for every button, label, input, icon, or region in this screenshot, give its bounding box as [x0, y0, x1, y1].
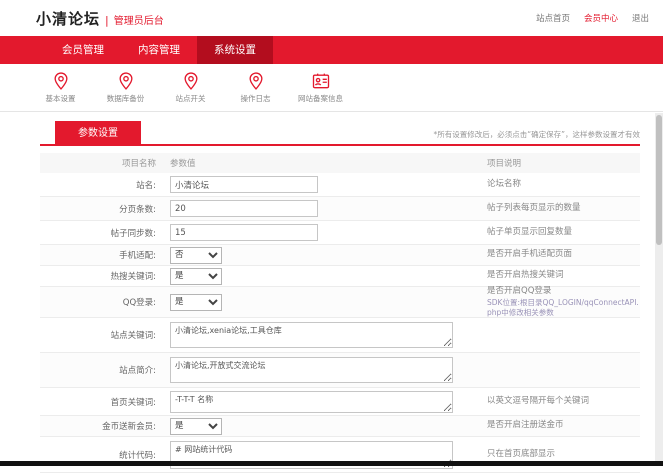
map-pin-icon — [53, 72, 68, 90]
toolbar-item-site-switch[interactable]: 站点开关 — [158, 71, 223, 104]
map-pin-icon — [248, 72, 263, 90]
vertical-scrollbar[interactable] — [655, 113, 663, 461]
form-row-page-size: 分页条数: 帖子列表每页显示的数量 — [40, 197, 640, 221]
scrollbar-thumb[interactable] — [656, 115, 662, 245]
form-row-site-name: 站名: 论坛名称 — [40, 173, 640, 197]
nav-tab-members[interactable]: 会员管理 — [45, 36, 121, 64]
mobile-switch-select[interactable]: 否 — [170, 246, 222, 264]
toolbar-item-label: 操作日志 — [240, 94, 271, 103]
toolbar-item-db-backup[interactable]: 数据库备份 — [93, 71, 158, 104]
save-hint-text: *所有设置修改后，必须点击“确定保存”，这样参数设置才有效 — [433, 130, 640, 139]
site-title: 小清论坛 — [36, 9, 101, 28]
bottom-black-bar — [0, 461, 663, 466]
id-card-icon — [312, 73, 329, 89]
field-label: 热搜关键词: — [110, 272, 156, 282]
column-header-value: 参数值 — [170, 159, 196, 169]
tab-strip: 参数设置 *所有设置修改后，必须点击“确定保存”，这样参数设置才有效 — [40, 121, 640, 146]
map-pin-icon — [183, 72, 198, 90]
field-desc: 是否开启手机适配页面 — [487, 249, 573, 260]
field-label: 站名: — [136, 180, 156, 191]
field-label: 分页条数: — [119, 204, 156, 215]
header-links: 站点首页 会员中心 退出 — [536, 12, 649, 24]
settings-content: 参数设置 *所有设置修改后，必须点击“确定保存”，这样参数设置才有效 项目名称 … — [0, 112, 663, 473]
site-keywords-textarea[interactable]: 小清论坛,xenia论坛,工具仓库 — [170, 322, 453, 348]
column-header-name: 项目名称 — [121, 159, 156, 169]
site-description-textarea[interactable]: 小清论坛,开放式交流论坛 — [170, 357, 453, 383]
field-desc: 论坛名称 — [487, 178, 522, 189]
form-row-stats-code: 统计代码: # 网站统计代码 只在首页底部显示 — [40, 437, 640, 473]
main-nav: 会员管理 内容管理 系统设置 — [0, 36, 663, 64]
toolbar-item-label: 站点开关 — [175, 94, 206, 103]
field-desc: 帖子列表每页显示的数量 — [487, 202, 581, 213]
logout-link[interactable]: 退出 — [632, 12, 649, 24]
replies-per-page-input[interactable] — [170, 224, 318, 241]
field-label: 金币送新会员: — [102, 422, 156, 432]
field-label: 统计代码: — [119, 450, 156, 461]
form-row-newbie-coins: 金币送新会员: 是 是否开启注册送金币 — [40, 416, 640, 437]
form-row-site-keywords: 站点关键词: 小清论坛,xenia论坛,工具仓库 — [40, 318, 640, 353]
tab-parameter-settings[interactable]: 参数设置 — [55, 121, 141, 146]
field-desc-line2: SDK位置:根目录QQ_LOGIN/qqConnectAPI.php中修改相关参… — [487, 297, 639, 317]
toolbar-item-site-record[interactable]: 网站备案信息 — [288, 71, 353, 104]
field-desc: 是否开启热搜关键词 — [487, 270, 564, 281]
field-label: 站点关键词: — [110, 331, 156, 341]
toolbar-item-label: 网站备案信息 — [298, 94, 343, 103]
home-keywords-textarea[interactable]: -T-T-T 名称 — [170, 390, 453, 413]
site-name-input[interactable] — [170, 176, 318, 193]
field-label: QQ登录: — [122, 298, 156, 308]
newbie-coins-select[interactable]: 是 — [170, 417, 222, 435]
member-center-link[interactable]: 会员中心 — [584, 12, 618, 24]
map-pin-icon — [118, 72, 133, 90]
nav-tab-system-settings[interactable]: 系统设置 — [197, 36, 273, 64]
field-label: 站点简介: — [119, 366, 156, 376]
toolbar-item-label: 基本设置 — [45, 94, 76, 103]
field-label: 帖子同步数: — [110, 228, 156, 239]
qq-login-select[interactable]: 是 — [170, 293, 222, 311]
field-desc: 只在首页底部显示 — [487, 448, 556, 459]
field-desc: 以英文逗号隔开每个关键词 — [487, 395, 590, 406]
settings-toolbar: 基本设置 数据库备份 站点开关 操作日志 网站备案信息 — [0, 64, 663, 112]
table-header: 项目名称 参数值 项目说明 — [40, 153, 640, 173]
form-row-site-description: 站点简介: 小清论坛,开放式交流论坛 — [40, 353, 640, 388]
toolbar-item-label: 数据库备份 — [106, 94, 145, 103]
form-row-replies-per-page: 帖子同步数: 帖子单页显示回复数量 — [40, 221, 640, 245]
field-label: 手机适配: — [119, 251, 156, 261]
form-row-hot-keywords: 热搜关键词: 是 是否开启热搜关键词 — [40, 266, 640, 287]
home-link[interactable]: 站点首页 — [536, 12, 570, 24]
field-desc: 是否开启QQ登录 — [487, 286, 552, 297]
logo: 小清论坛 | 管理员后台 — [36, 8, 164, 29]
field-desc: 是否开启注册送金币 — [487, 420, 564, 431]
logo-separator: | — [105, 13, 109, 27]
hot-keywords-select[interactable]: 是 — [170, 267, 222, 285]
form-row-mobile-switch: 手机适配: 否 是否开启手机适配页面 — [40, 245, 640, 266]
toolbar-item-basic-settings[interactable]: 基本设置 — [28, 71, 93, 104]
field-label: 首页关键词: — [110, 397, 156, 408]
column-header-desc: 项目说明 — [487, 159, 522, 169]
form-row-home-keywords: 首页关键词: -T-T-T 名称 以英文逗号隔开每个关键词 — [40, 388, 640, 416]
page-size-input[interactable] — [170, 200, 318, 217]
top-header: 小清论坛 | 管理员后台 站点首页 会员中心 退出 — [0, 0, 663, 36]
field-desc: 帖子单页显示回复数量 — [487, 226, 573, 237]
nav-tab-content[interactable]: 内容管理 — [121, 36, 197, 64]
form-row-qq-login: QQ登录: 是 是否开启QQ登录 SDK位置:根目录QQ_LOGIN/qqCon… — [40, 286, 640, 318]
toolbar-item-operation-log[interactable]: 操作日志 — [223, 71, 288, 104]
admin-subtitle: 管理员后台 — [113, 15, 164, 27]
